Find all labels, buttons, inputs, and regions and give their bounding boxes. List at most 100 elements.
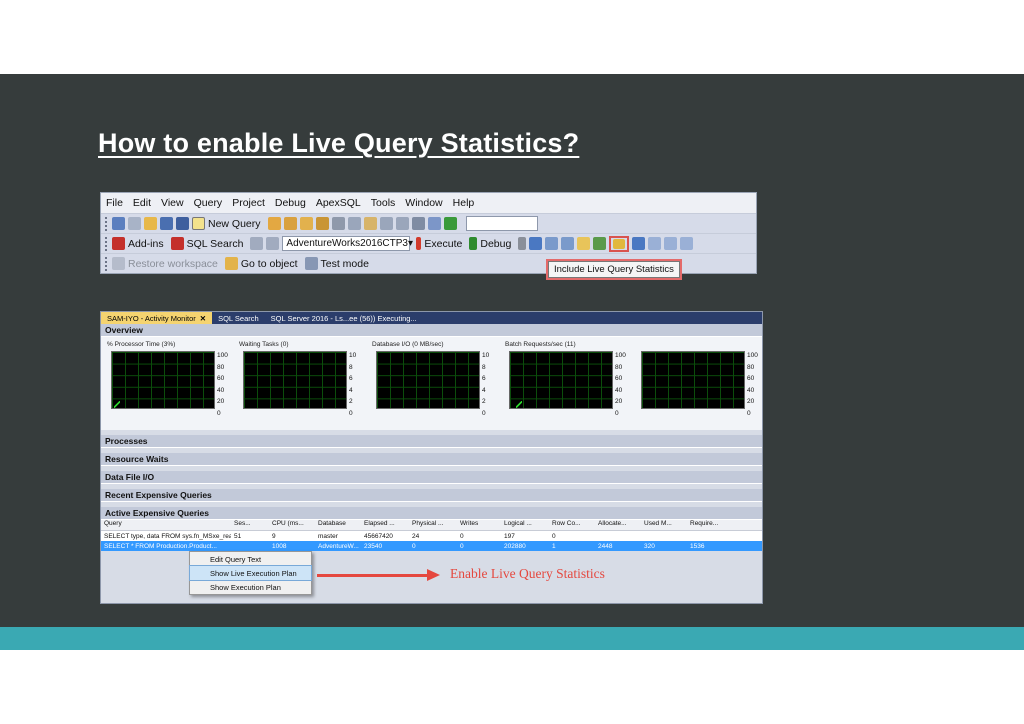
menu-window[interactable]: Window — [405, 197, 442, 209]
chevron-down-icon: ▾ — [407, 238, 413, 249]
paste-icon[interactable] — [363, 217, 377, 230]
redo-icon[interactable] — [395, 217, 409, 230]
new-query-button[interactable]: New Query — [208, 218, 261, 230]
parse-check-icon[interactable] — [529, 237, 543, 250]
cell: master — [318, 532, 338, 540]
estimated-plan-icon[interactable] — [545, 237, 559, 250]
new-project-icon[interactable] — [112, 217, 125, 230]
menu-view[interactable]: View — [161, 197, 184, 209]
save-icon[interactable] — [160, 217, 173, 230]
menu-debug[interactable]: Debug — [275, 197, 306, 209]
activity-monitor-icon[interactable] — [427, 217, 441, 230]
section-resource-waits[interactable]: Resource Waits — [101, 453, 762, 466]
debug-button[interactable]: Debug — [480, 238, 511, 250]
client-stats-icon[interactable] — [632, 237, 646, 250]
start-icon[interactable] — [443, 217, 457, 230]
menu-edit[interactable]: Edit — [133, 197, 151, 209]
graph-canvas — [376, 351, 480, 409]
scale-tick: 80 — [747, 363, 755, 371]
tab-sql-search[interactable]: SQL Search — [212, 312, 265, 324]
section-recent-expensive-queries[interactable]: Recent Expensive Queries — [101, 489, 762, 502]
cell: 197 — [504, 532, 515, 540]
menu-item-show-live-execution-plan[interactable]: Show Live Execution Plan — [189, 565, 312, 581]
results-text-icon[interactable] — [648, 237, 662, 250]
cut-icon[interactable] — [331, 217, 345, 230]
scale-tick: 10 — [482, 352, 490, 359]
menu-tools[interactable]: Tools — [371, 197, 396, 209]
col-session[interactable]: Ses... — [231, 520, 269, 530]
col-allocated[interactable]: Allocate... — [595, 520, 641, 530]
toolbar-grip[interactable] — [105, 216, 108, 231]
solution-config-dropdown[interactable] — [465, 216, 538, 231]
toolbar-row-standard: New Query — [101, 213, 756, 233]
tab-activity-monitor[interactable]: SAM-IYO - Activity Monitor ✕ — [101, 312, 213, 324]
col-database[interactable]: Database — [315, 520, 361, 530]
menu-item-show-execution-plan[interactable]: Show Execution Plan — [190, 580, 311, 594]
close-icon[interactable]: ✕ — [200, 314, 206, 323]
save-all-icon[interactable] — [176, 217, 189, 230]
query-options-icon[interactable] — [561, 237, 575, 250]
results-file-icon[interactable] — [680, 237, 694, 250]
change-connection-icon[interactable] — [266, 237, 280, 250]
stop-icon[interactable] — [518, 237, 527, 250]
mdx-query-icon[interactable] — [283, 217, 297, 230]
table-row-selected[interactable]: SELECT * FROM Production.Product... 1008… — [101, 541, 762, 551]
undo-icon[interactable] — [379, 217, 393, 230]
database-selector[interactable]: AdventureWorks2016CTP3 ▾ — [282, 236, 413, 251]
section-overview[interactable]: Overview — [101, 324, 762, 337]
results-grid-icon[interactable] — [664, 237, 678, 250]
go-to-object-button[interactable]: Go to object — [241, 258, 298, 270]
menu-file[interactable]: File — [106, 197, 123, 209]
add-ins-icon — [112, 237, 125, 250]
menu-project[interactable]: Project — [232, 197, 265, 209]
graph-unlabeled: 100 80 60 40 20 0 — [637, 341, 758, 429]
cell: 1008 — [272, 542, 287, 550]
col-query[interactable]: Query — [101, 520, 231, 530]
execute-button[interactable]: Execute — [424, 238, 462, 250]
section-data-file-io[interactable]: Data File I/O — [101, 471, 762, 484]
menu-apexsql[interactable]: ApexSQL — [316, 197, 361, 209]
graph-scale: 100 80 60 40 20 0 — [615, 350, 626, 420]
scale-tick: 40 — [615, 386, 623, 394]
menu-help[interactable]: Help — [453, 197, 475, 209]
sql-search-button[interactable]: SQL Search — [187, 238, 244, 250]
section-processes[interactable]: Processes — [101, 435, 762, 448]
restore-workspace-button[interactable]: Restore workspace — [128, 258, 218, 270]
test-mode-button[interactable]: Test mode — [321, 258, 369, 270]
graph-batch-requests: Batch Requests/sec (11) 100 80 60 40 20 0 — [505, 341, 626, 429]
menu-item-edit-query-text[interactable]: Edit Query Text — [190, 552, 311, 566]
open-folder-icon[interactable] — [144, 217, 157, 230]
col-physical[interactable]: Physical ... — [409, 520, 457, 530]
xmla-query-icon[interactable] — [315, 217, 329, 230]
scale-tick: 100 — [747, 352, 758, 359]
col-elapsed[interactable]: Elapsed ... — [361, 520, 409, 530]
section-active-expensive-queries[interactable]: Active Expensive Queries — [101, 507, 762, 520]
col-used-memory[interactable]: Used M... — [641, 520, 687, 530]
new-query-icon[interactable] — [192, 217, 205, 230]
tab-query-executing[interactable]: SQL Server 2016 - Ls...ee (56)) Executin… — [265, 312, 423, 324]
toolbar-grip[interactable] — [105, 236, 108, 251]
menu-query[interactable]: Query — [194, 197, 223, 209]
cell: 45667420 — [364, 532, 393, 540]
add-item-icon[interactable] — [128, 217, 141, 230]
col-writes[interactable]: Writes — [457, 520, 501, 530]
col-cpu[interactable]: CPU (ms... — [269, 520, 315, 530]
add-ins-button[interactable]: Add-ins — [128, 238, 164, 250]
navigate-icon[interactable] — [411, 217, 425, 230]
scale-tick: 0 — [747, 409, 751, 417]
table-row[interactable]: SELECT type, data FROM sys.fn_MSxe_read_… — [101, 531, 762, 541]
actual-plan-icon[interactable] — [593, 237, 607, 250]
col-required[interactable]: Require... — [687, 520, 739, 530]
connect-icon[interactable] — [250, 237, 264, 250]
cell: SELECT type, data FROM sys.fn_MSxe_read_… — [104, 532, 231, 540]
col-row-count[interactable]: Row Co... — [549, 520, 595, 530]
live-query-stats-button[interactable] — [609, 235, 630, 252]
intellisense-icon[interactable] — [577, 237, 591, 250]
db-query-icon[interactable] — [267, 217, 281, 230]
toolbar-row-sql: Add-ins SQL Search AdventureWorks2016CTP… — [101, 233, 756, 253]
col-logical[interactable]: Logical ... — [501, 520, 549, 530]
copy-icon[interactable] — [347, 217, 361, 230]
dmx-query-icon[interactable] — [299, 217, 313, 230]
toolbar-grip[interactable] — [105, 256, 108, 271]
document-tabs: SAM-IYO - Activity Monitor ✕ SQL Search S… — [101, 312, 762, 324]
